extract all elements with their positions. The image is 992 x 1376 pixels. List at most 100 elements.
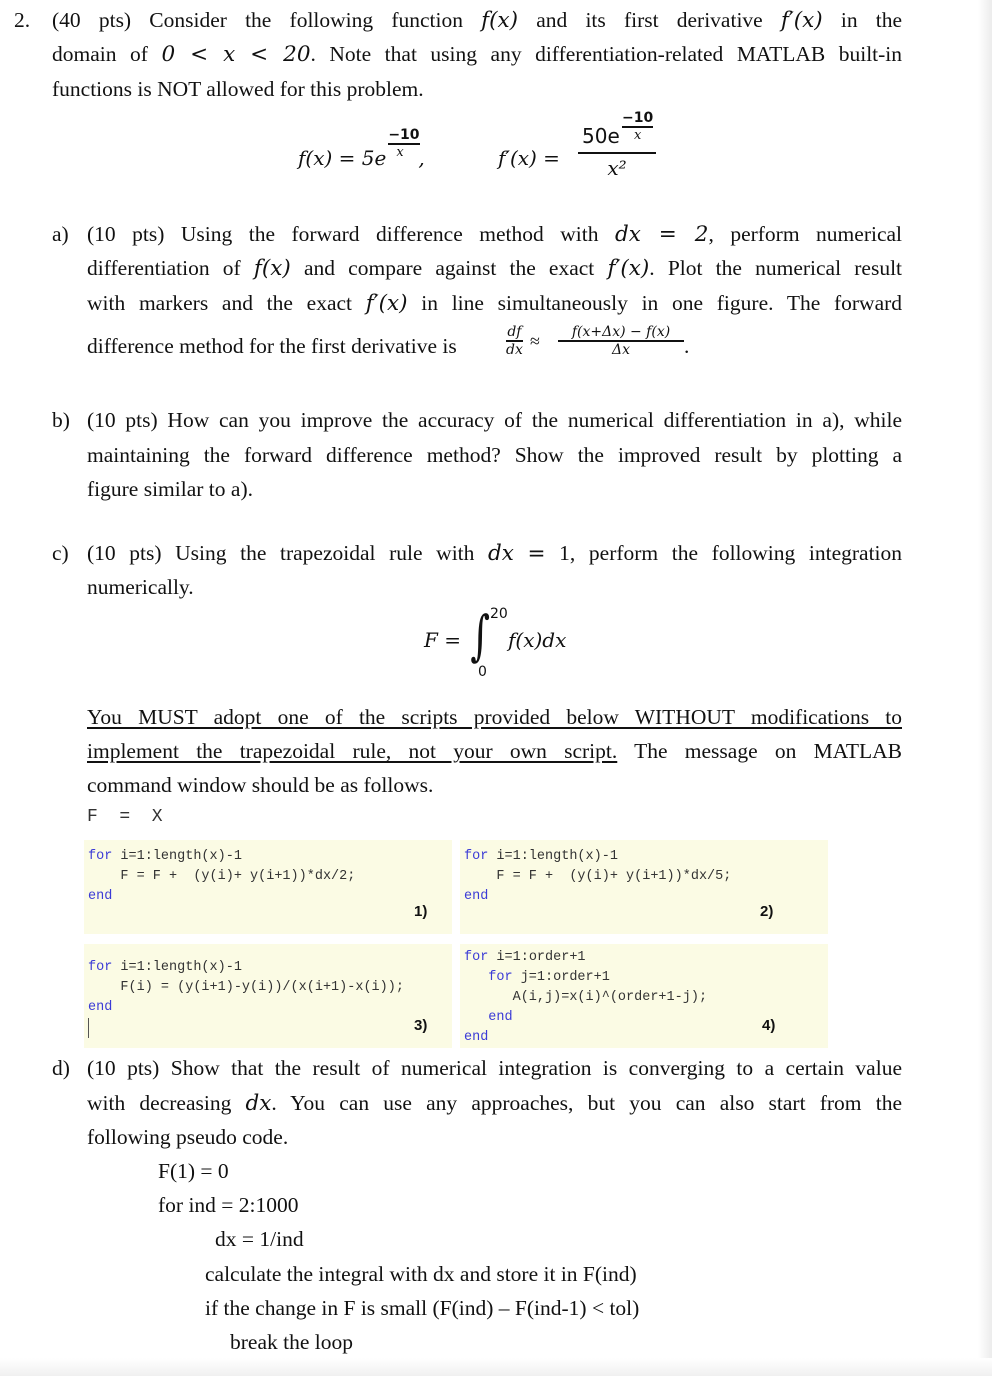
fp-definition-fraction: 50e −10 x x² — [578, 110, 656, 180]
code-line: end — [464, 887, 488, 907]
pseudo-line-1: F(1) = 0 — [158, 1159, 229, 1183]
pseudo-line-5: if the change in F is small (F(ind) – F(… — [205, 1296, 640, 1320]
pseudo-line-2: for ind = 2:1000 — [158, 1193, 299, 1217]
code-line: F(i) = (y(i+1)-y(i))/(x(i+1)-x(i)); — [88, 978, 404, 998]
part-d-label: d) — [52, 1056, 70, 1080]
dx-denominator: dx — [506, 342, 523, 358]
must-underlined-text: implement the trapezoidal rule, not your… — [87, 739, 618, 763]
part-c-text: (10 pts) Using the trapezoidal rule with — [87, 541, 475, 565]
part-d-text: with decreasing — [87, 1091, 232, 1115]
script-box-1: for i=1:length(x)-1 F = F + (y(i)+ y(i+1… — [84, 840, 452, 934]
code-keyword: for — [464, 950, 489, 965]
code-text: A(i,j)=x(i)^(order+1-j); — [464, 990, 708, 1005]
code-line: F = F + (y(i)+ y(i+1))*dx/2; — [88, 867, 355, 887]
part-c-label: c) — [52, 541, 69, 565]
integral-lower-limit: 0 — [478, 664, 487, 680]
code-keyword: for — [88, 849, 113, 864]
must-line-3: command window should be as follows. — [87, 773, 434, 797]
forward-difference-fraction: f(x+Δx) − f(x) Δx — [558, 324, 684, 358]
code-keyword: for — [464, 970, 513, 985]
page-bottom-shadow — [0, 1358, 992, 1376]
script-box-4: for i=1:order+1 for j=1:order+1 A(i,j)=x… — [460, 944, 828, 1048]
integral-lhs: F = — [424, 628, 461, 652]
code-line: end — [88, 998, 112, 1018]
code-keyword: end — [464, 889, 489, 904]
f-exponent: −10 x — [386, 127, 420, 165]
part-b-line-1: (10 pts) How can you improve the accurac… — [87, 408, 902, 432]
fx-symbol: f(x) — [253, 256, 291, 281]
code-line: F = F + (y(i)+ y(i+1))*dx/5; — [464, 867, 731, 887]
script-tag-1: 1) — [414, 903, 428, 920]
code-line: end — [464, 1028, 488, 1048]
code-text: F = F + (y(i)+ y(i+1))*dx/2; — [88, 869, 356, 884]
part-a-text: and compare against the exact — [303, 256, 595, 280]
must-underlined-text: You MUST adopt one of the scripts provid… — [87, 705, 902, 729]
part-d-line-1: (10 pts) Show that the result of numeric… — [87, 1056, 902, 1080]
page-edge-shadow — [978, 0, 992, 1376]
text-cursor — [88, 1018, 89, 1038]
fpx-symbol: f′(x) — [607, 256, 650, 281]
part-c-text: 1, perform the following integration — [559, 541, 903, 565]
intro-line-2: domain of 0 < x < 20. Note that using an… — [52, 42, 902, 67]
dx-symbol: dx — [245, 1091, 272, 1116]
code-text: j=1:order+1 — [512, 970, 610, 985]
dx-symbol: dx — [488, 541, 514, 566]
domain-expression: 0 < x < 20 — [161, 42, 311, 67]
integrand: f(x)dx — [508, 628, 567, 652]
intro-line-1: (40 pts) Consider the following function… — [52, 8, 902, 33]
equals: = — [527, 541, 546, 566]
code-line: for i=1:order+1 — [464, 948, 586, 968]
part-b-label: b) — [52, 408, 70, 432]
f-exp-den: x — [396, 145, 404, 160]
code-line: end — [88, 887, 112, 907]
part-a-line-3: with markers and the exact f′(x) in line… — [87, 291, 902, 316]
code-keyword: end — [88, 1000, 113, 1015]
part-a-text: differentiation of — [87, 256, 241, 280]
script-tag-2: 2) — [760, 903, 774, 920]
approx-symbol: ≈ — [530, 331, 540, 351]
code-keyword: end — [464, 1030, 489, 1045]
script-box-2: for i=1:length(x)-1 F = F + (y(i)+ y(i+1… — [460, 840, 828, 934]
part-c-line-1: (10 pts) Using the trapezoidal rule with… — [87, 541, 902, 566]
intro-line-3: functions is NOT allowed for this proble… — [52, 77, 424, 101]
code-text: F(i) = (y(i+1)-y(i))/(x(i+1)-x(i)); — [88, 980, 404, 995]
code-keyword: end — [464, 1010, 513, 1025]
intro-text: in the — [840, 8, 903, 32]
code-line: for i=1:length(x)-1 — [88, 958, 242, 978]
fd-numerator: f(x+Δx) − f(x) — [558, 324, 684, 342]
part-a-text: in line simultaneously in one figure. Th… — [421, 291, 903, 315]
code-line: for i=1:length(x)-1 — [88, 847, 242, 867]
code-text: i=1:length(x)-1 — [112, 960, 242, 975]
part-a-label: a) — [52, 222, 69, 246]
part-b-line-3: figure similar to a). — [87, 477, 253, 501]
code-text: i=1:length(x)-1 — [488, 849, 618, 864]
code-line: end — [464, 1008, 513, 1028]
fp-numerator: 50e −10 x — [578, 110, 656, 154]
part-d-line-3: following pseudo code. — [87, 1125, 289, 1149]
intro-text: . Note that using any differentiation-re… — [310, 42, 903, 66]
code-line: for i=1:length(x)-1 — [464, 847, 618, 867]
code-keyword: for — [88, 960, 113, 975]
code-text: i=1:order+1 — [488, 950, 586, 965]
pseudo-line-4: calculate the integral with dx and store… — [205, 1262, 637, 1286]
integral-sign: ∫ — [470, 604, 490, 667]
part-c-line-2: numerically. — [87, 575, 194, 599]
code-keyword: for — [464, 849, 489, 864]
fp-denominator: x² — [607, 156, 627, 180]
integral-upper-limit: 20 — [490, 606, 508, 622]
code-text: F = F + (y(i)+ y(i+1))*dx/5; — [464, 869, 732, 884]
must-line-1: You MUST adopt one of the scripts provid… — [87, 705, 902, 730]
must-text: The message on MATLAB — [634, 739, 902, 763]
problem-number: 2. — [14, 8, 31, 32]
fp-exp-num: −10 — [622, 110, 654, 128]
part-a-line-2: differentiation of f(x) and compare agai… — [87, 256, 902, 281]
code-text: i=1:length(x)-1 — [112, 849, 242, 864]
df-dx-fraction: df dx — [506, 324, 523, 358]
intro-text: and its first derivative — [536, 8, 763, 32]
part-a-text: , perform numerical — [708, 222, 903, 246]
script-tag-4: 4) — [762, 1017, 776, 1034]
must-line-2: implement the trapezoidal rule, not your… — [87, 739, 902, 764]
script-tag-3: 3) — [414, 1017, 428, 1034]
fpx-symbol: f′(x) — [365, 291, 408, 316]
df-numerator: df — [506, 324, 523, 342]
